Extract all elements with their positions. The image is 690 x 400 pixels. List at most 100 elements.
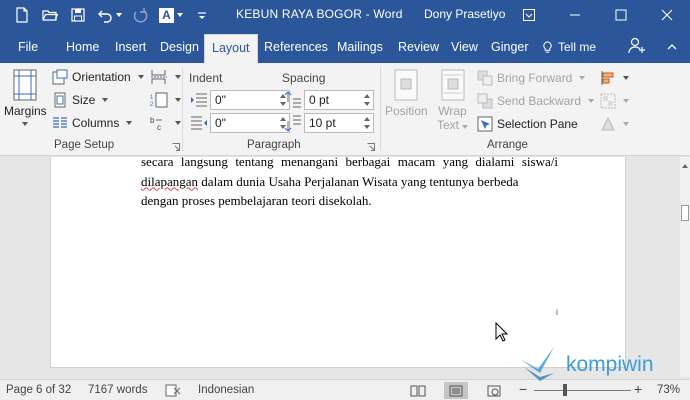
tab-references[interactable]: References — [264, 40, 328, 54]
indent-right-icon — [191, 116, 207, 130]
spacing-after-icon — [284, 115, 301, 132]
undo-icon[interactable] — [94, 3, 124, 27]
scroll-thumb[interactable] — [681, 205, 689, 221]
tab-ginger[interactable]: Ginger — [491, 40, 529, 54]
ribbon-tabs: File Home Insert Design Layout Reference… — [0, 30, 690, 63]
misspelled-word[interactable]: dilapangan — [141, 174, 198, 189]
selection-pane-icon — [477, 116, 493, 132]
margins-icon — [13, 69, 37, 101]
save-icon[interactable] — [66, 3, 90, 27]
tab-view[interactable]: View — [451, 40, 478, 54]
language[interactable]: Indonesian — [198, 384, 254, 396]
selection-pane-button[interactable]: Selection Pane — [477, 114, 578, 134]
selection-pane-label: Selection Pane — [497, 117, 578, 131]
document-title: KEBUN RAYA BOGOR - Word — [236, 7, 403, 21]
vertical-scrollbar[interactable] — [680, 157, 690, 377]
indent-left-input[interactable]: 0" — [210, 90, 290, 110]
rotate-icon — [601, 116, 615, 131]
spacing-before-input[interactable]: 0 pt — [304, 90, 374, 110]
svg-text:1: 1 — [150, 95, 154, 101]
spin-down-icon[interactable] — [363, 123, 371, 131]
columns-icon — [53, 117, 67, 128]
tab-design[interactable]: Design — [160, 40, 199, 54]
body-paragraph[interactable]: secara langsung tentang menangani berbag… — [141, 157, 558, 211]
read-mode-icon[interactable] — [406, 382, 430, 399]
document-page[interactable]: secara langsung tentang menangani berbag… — [50, 157, 626, 368]
zoom-slider-thumb[interactable] — [563, 384, 567, 396]
position-label: Position — [385, 104, 428, 118]
wrap-text-label-2: Text — [437, 118, 469, 132]
spin-up-icon[interactable] — [363, 92, 371, 100]
tab-mailings[interactable]: Mailings — [337, 40, 383, 54]
web-layout-icon[interactable] — [482, 382, 506, 399]
group-objects-button[interactable] — [600, 91, 629, 111]
tab-layout[interactable]: Layout — [204, 34, 258, 63]
position-icon — [394, 69, 418, 101]
scroll-up-icon[interactable] — [682, 163, 688, 169]
paragraph-mark: i — [556, 307, 558, 317]
user-name[interactable]: Dony Prasetiyo — [424, 7, 505, 21]
hyphenation-button[interactable]: bc — [150, 113, 181, 133]
spin-down-icon[interactable] — [363, 100, 371, 108]
document-area: secara langsung tentang menangani berbag… — [0, 157, 680, 377]
breaks-icon — [151, 70, 167, 84]
title-bar: A KEBUN RAYA BOGOR - Word Dony Prasetiyo — [0, 0, 690, 30]
orientation-icon — [52, 69, 68, 85]
font-color-icon[interactable]: A — [156, 3, 186, 27]
open-folder-icon[interactable] — [38, 3, 62, 27]
spacing-heading: Spacing — [282, 71, 326, 85]
line-numbers-button[interactable]: 12 — [150, 90, 181, 110]
collapse-ribbon-icon[interactable] — [666, 41, 678, 53]
proofing-icon[interactable] — [165, 384, 181, 397]
tab-home[interactable]: Home — [66, 40, 99, 54]
svg-text:c: c — [157, 123, 161, 131]
share-person-icon[interactable] — [628, 37, 646, 55]
text-line-2: dalam dunia Usaha Perjalanan Wisata yang… — [198, 173, 519, 189]
align-button[interactable] — [600, 68, 629, 88]
tell-me-search[interactable]: Tell me — [542, 40, 596, 54]
wrap-text-icon — [441, 69, 464, 101]
group-objects-icon — [600, 93, 616, 109]
spacing-before-icon — [284, 91, 301, 108]
zoom-slider-track[interactable] — [534, 390, 631, 391]
columns-button[interactable]: Columns — [52, 113, 133, 133]
send-backward-icon — [477, 93, 493, 109]
margins-label: Margins — [4, 104, 47, 118]
tab-insert[interactable]: Insert — [115, 40, 146, 54]
size-button[interactable]: Size — [52, 90, 109, 110]
rotate-button[interactable] — [600, 114, 629, 134]
indent-right-input[interactable]: 0" — [210, 113, 290, 133]
wrap-text-button[interactable]: Wrap Text — [437, 69, 469, 132]
page-count[interactable]: Page 6 of 32 — [6, 384, 71, 396]
indent-left-icon — [191, 93, 207, 107]
spacing-after-input[interactable]: 10 pt — [304, 113, 374, 133]
margins-button[interactable]: Margins — [4, 69, 47, 126]
paragraph-launcher-icon[interactable] — [367, 143, 375, 151]
maximize-icon[interactable] — [598, 0, 644, 30]
customize-qat-icon[interactable] — [190, 3, 214, 27]
zoom-level[interactable]: 73% — [657, 384, 680, 396]
page-setup-launcher-icon[interactable] — [172, 143, 180, 151]
redo-icon[interactable] — [128, 3, 152, 27]
columns-label: Columns — [72, 116, 120, 130]
text-line-3: dengan proses pembelajaran teori disekol… — [141, 193, 372, 208]
bring-forward-label: Bring Forward — [497, 71, 573, 85]
kompiwin-logo-icon — [520, 347, 554, 381]
bring-forward-button[interactable]: Bring Forward — [477, 68, 586, 88]
tab-review[interactable]: Review — [398, 40, 439, 54]
orientation-button[interactable]: Orientation — [52, 67, 144, 87]
word-count[interactable]: 7167 words — [88, 384, 147, 396]
breaks-button[interactable] — [150, 67, 181, 87]
spin-up-icon[interactable] — [363, 115, 371, 123]
minimize-icon[interactable] — [552, 0, 598, 30]
send-backward-button[interactable]: Send Backward — [477, 91, 595, 111]
ribbon-display-options-icon[interactable] — [506, 0, 552, 30]
new-document-icon[interactable] — [10, 3, 34, 27]
arrange-group-label: Arrange — [487, 139, 528, 151]
lightbulb-icon — [543, 40, 552, 53]
close-icon[interactable] — [644, 0, 690, 30]
print-layout-icon[interactable] — [444, 382, 468, 399]
svg-text:2: 2 — [150, 102, 154, 108]
tab-file[interactable]: File — [18, 40, 38, 54]
position-button[interactable]: Position — [385, 69, 428, 118]
